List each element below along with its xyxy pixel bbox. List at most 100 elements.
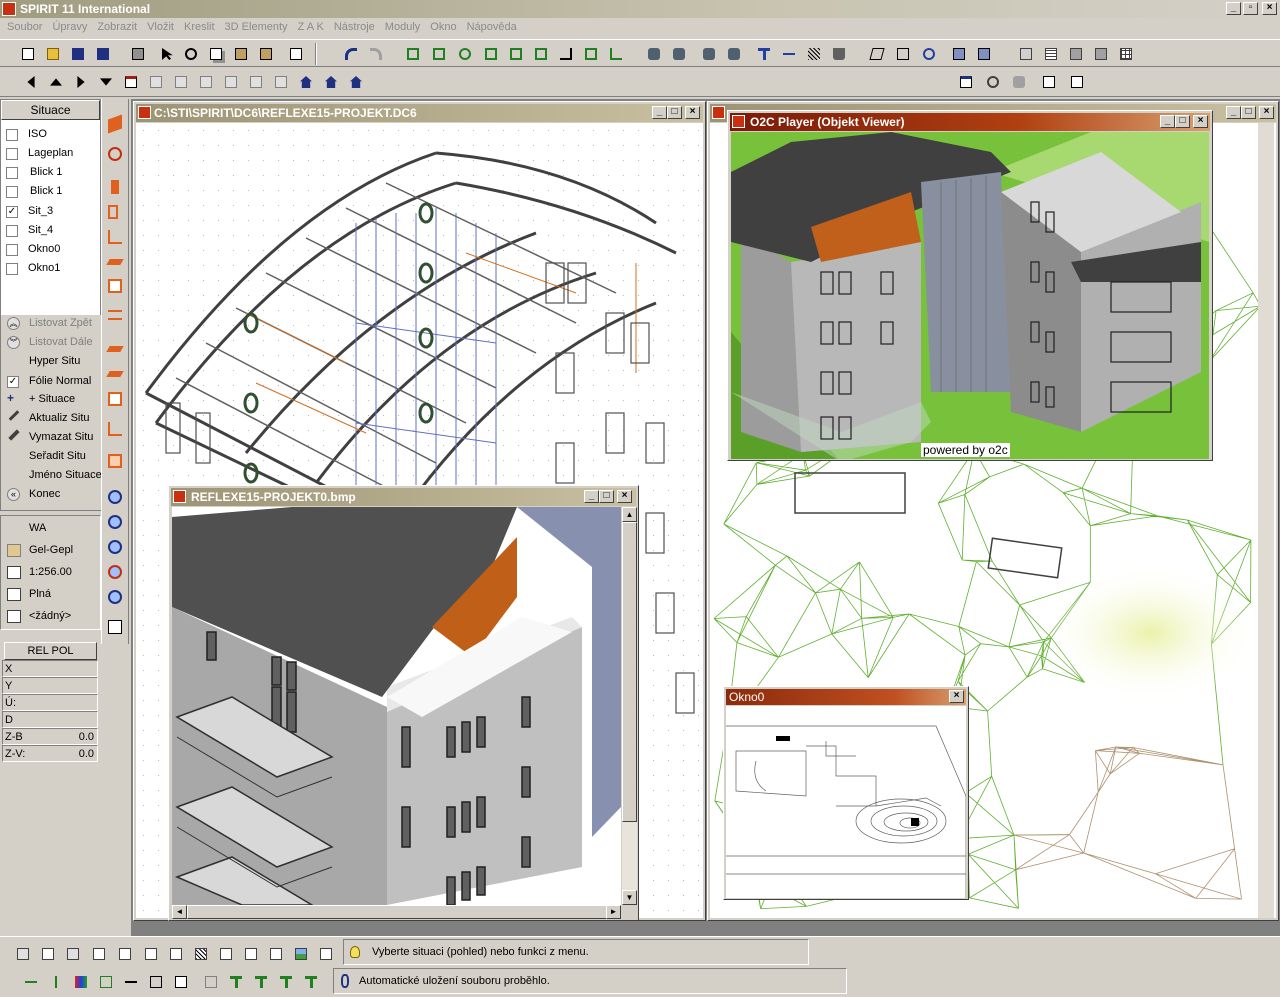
app-minimize-button[interactable]: _ xyxy=(1226,2,1241,15)
undo-button[interactable] xyxy=(340,43,360,63)
grab-tool-button[interactable] xyxy=(723,43,743,63)
stair-tool-button[interactable] xyxy=(105,227,125,247)
up-button[interactable] xyxy=(45,71,65,91)
dim-mode-button[interactable] xyxy=(114,943,134,963)
okno0-window[interactable]: Okno0 × xyxy=(723,686,969,900)
coord-y[interactable]: Y xyxy=(2,677,98,694)
railing-tool-button[interactable] xyxy=(105,419,125,439)
slab-tool-button[interactable] xyxy=(105,252,125,272)
options-button[interactable] xyxy=(1090,43,1110,63)
save-all-button[interactable] xyxy=(92,43,112,63)
stretch-button[interactable] xyxy=(530,43,550,63)
trim-button[interactable] xyxy=(555,43,575,63)
circle-tool-button[interactable] xyxy=(918,43,938,63)
align-h-button[interactable] xyxy=(20,971,40,991)
previous-button[interactable] xyxy=(20,71,40,91)
menu-window[interactable]: Okno xyxy=(425,19,461,35)
o2c-viewport[interactable]: powered by o2c xyxy=(731,132,1209,459)
snap-grid-button[interactable] xyxy=(12,943,32,963)
fill-tool-button[interactable] xyxy=(668,43,688,63)
ceiling-tool-button[interactable] xyxy=(105,144,125,164)
crossing-select-button[interactable] xyxy=(973,43,993,63)
bitmap-maximize-button[interactable]: □ xyxy=(599,490,614,503)
drawing-close-button[interactable]: × xyxy=(685,106,700,119)
rotate-button[interactable] xyxy=(454,43,474,63)
picture-mode-button[interactable] xyxy=(290,943,310,963)
checkbox[interactable] xyxy=(6,225,18,237)
key-button[interactable] xyxy=(1008,71,1028,91)
bitmap-titlebar[interactable]: REFLEXE15-PROJEKT0.bmp _ □ × xyxy=(171,488,636,506)
layer-list-button[interactable] xyxy=(88,943,108,963)
measure-mode-button[interactable] xyxy=(265,943,285,963)
properties-button[interactable] xyxy=(285,43,305,63)
checkbox[interactable] xyxy=(6,244,18,256)
bitmap-minimize-button[interactable]: _ xyxy=(584,490,599,503)
export-button[interactable] xyxy=(1066,71,1086,91)
window-tile-button[interactable] xyxy=(955,71,975,91)
paste-button[interactable] xyxy=(230,43,250,63)
scroll-left-button[interactable]: ◄ xyxy=(172,905,187,919)
okno0-close-button[interactable]: × xyxy=(949,690,964,703)
text-style-button[interactable] xyxy=(225,971,245,991)
view-1-button[interactable] xyxy=(120,71,140,91)
cross-move-button[interactable] xyxy=(120,971,140,991)
next-button[interactable] xyxy=(70,71,90,91)
scale-row[interactable]: 1:256.00 xyxy=(5,564,100,581)
menu-edit[interactable]: Úpravy xyxy=(47,19,92,35)
scroll-thumb[interactable] xyxy=(187,905,607,919)
terrain-maximize-button[interactable]: □ xyxy=(1241,106,1256,119)
new-file-button[interactable] xyxy=(17,43,37,63)
beam-tool-button[interactable] xyxy=(105,307,125,327)
paste-special-button[interactable] xyxy=(255,43,275,63)
layer-move-button[interactable] xyxy=(145,971,165,991)
paint-bucket-button[interactable] xyxy=(828,43,848,63)
o2c-close-button[interactable]: × xyxy=(1193,115,1208,128)
app-restore-button[interactable]: ▫ xyxy=(1243,2,1258,15)
line-type-row[interactable]: Plná xyxy=(5,586,100,603)
coord-x[interactable]: X xyxy=(2,660,98,677)
color-row[interactable]: Gel-Gepl xyxy=(5,542,100,559)
zoom-window-button[interactable] xyxy=(105,537,125,557)
redo-button[interactable] xyxy=(365,43,385,63)
refresh-button[interactable] xyxy=(982,71,1002,91)
move-button[interactable] xyxy=(402,43,422,63)
grid-button[interactable] xyxy=(1115,43,1135,63)
save-button[interactable] xyxy=(67,43,87,63)
o2c-titlebar[interactable]: O2C Player (Objekt Viewer) _ □ × xyxy=(730,113,1210,131)
edit-check-button[interactable] xyxy=(1038,71,1058,91)
view-7-button[interactable] xyxy=(270,71,290,91)
home-view-button[interactable] xyxy=(295,71,315,91)
object-tool-button[interactable] xyxy=(105,451,125,471)
scroll-right-button[interactable]: ► xyxy=(606,905,621,919)
render-mode-button[interactable] xyxy=(315,943,335,963)
bitmap-window[interactable]: REFLEXE15-PROJEKT0.bmp _ □ × ▲ ▼ ◄ ► xyxy=(168,485,639,921)
table-button[interactable] xyxy=(1040,43,1060,63)
text-edit-button[interactable] xyxy=(250,971,270,991)
zoom-all-button[interactable] xyxy=(105,562,125,582)
check-button[interactable] xyxy=(170,971,190,991)
mirror-button[interactable] xyxy=(480,43,500,63)
house-window-button[interactable] xyxy=(345,71,365,91)
copy-button[interactable] xyxy=(205,43,225,63)
window-tool-button[interactable] xyxy=(105,276,125,296)
open-file-button[interactable] xyxy=(42,43,62,63)
align-v-button[interactable] xyxy=(45,971,65,991)
zoom-in-button[interactable] xyxy=(105,487,125,507)
roof-tool-button[interactable] xyxy=(105,339,125,359)
wall-tool-button[interactable] xyxy=(105,114,125,134)
menu-modules[interactable]: Moduly xyxy=(380,19,425,35)
snap-object-button[interactable] xyxy=(37,943,57,963)
checkbox-checked[interactable]: ✓ xyxy=(6,206,18,218)
pattern-mode-button[interactable] xyxy=(190,943,210,963)
down-button[interactable] xyxy=(95,71,115,91)
house-view-button[interactable] xyxy=(320,71,340,91)
window-select-button[interactable] xyxy=(948,43,968,63)
dimension-tool-button[interactable] xyxy=(778,43,798,63)
scroll-thumb[interactable] xyxy=(622,522,637,822)
color-button[interactable] xyxy=(70,971,90,991)
bitmap-scrollbar-vertical[interactable]: ▲ ▼ xyxy=(621,507,637,905)
terrain-scrollbar-vertical[interactable] xyxy=(1258,123,1274,918)
hatch-mode-button[interactable] xyxy=(140,943,160,963)
menu-view[interactable]: Zobrazit xyxy=(92,19,142,35)
select-button[interactable] xyxy=(157,43,177,63)
